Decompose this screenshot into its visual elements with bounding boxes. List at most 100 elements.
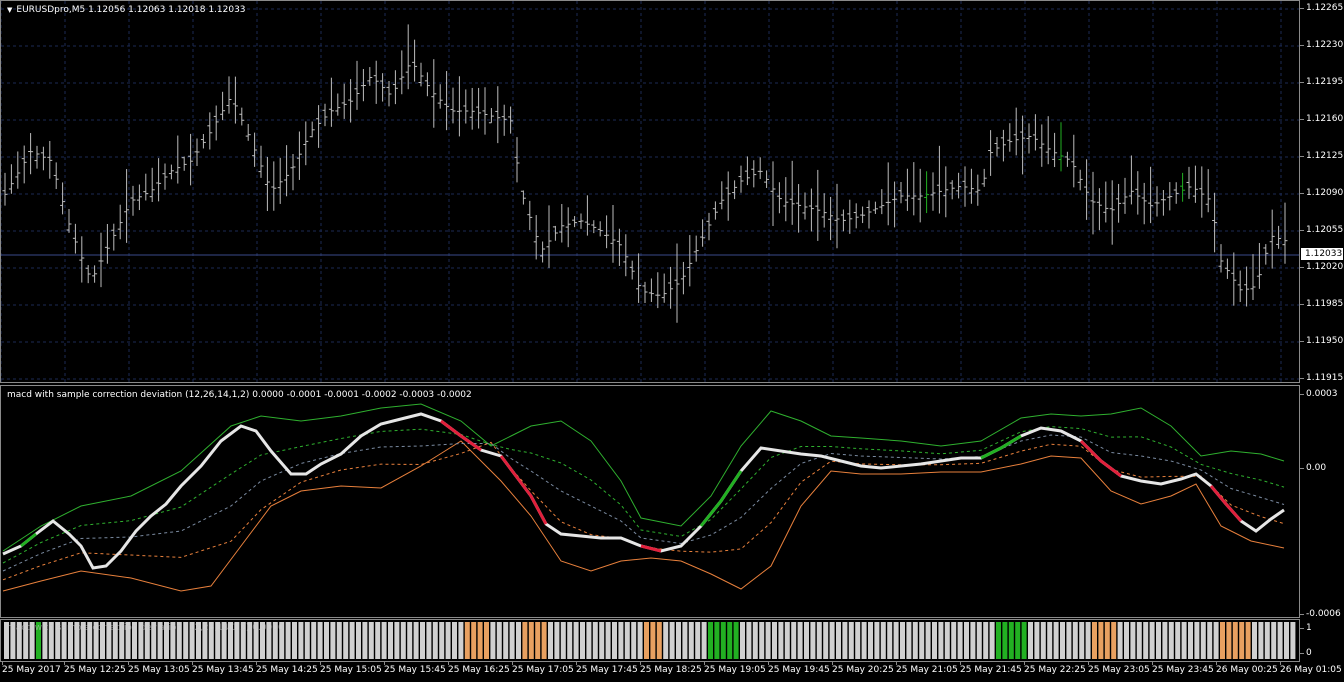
histogram-bar: [1111, 622, 1117, 659]
price-bar: [629, 260, 635, 280]
price-tick-label: 1.12230: [1299, 40, 1344, 50]
price-bar: [911, 162, 917, 216]
price-bar: [316, 105, 322, 148]
histogram-bar: [1008, 622, 1014, 659]
macd-histogram-pane[interactable]: macd with sample correction deviation (1…: [0, 619, 1300, 662]
histogram-bar: [560, 622, 566, 659]
macd-histogram-axis: 10: [1300, 619, 1344, 662]
time-label: 25 May 21:45: [960, 662, 1022, 675]
price-bar: [1122, 177, 1128, 214]
histogram-bar: [388, 622, 393, 659]
price-bar: [968, 168, 974, 204]
histogram-bar: [938, 622, 944, 659]
histogram-bar: [1290, 622, 1296, 659]
collapse-arrow-icon[interactable]: ▼: [7, 6, 12, 14]
price-bar: [738, 165, 744, 193]
time-axis[interactable]: 25 May 2017 25 May 12:25 25 May 13:05 25 Ma…: [0, 662, 1344, 682]
histogram-bar: [676, 622, 681, 659]
price-bar: [175, 135, 181, 184]
price-bar: [444, 71, 450, 131]
histogram-bar: [765, 622, 771, 659]
price-bar: [981, 168, 987, 187]
histogram-bar: [791, 622, 797, 659]
macd-indicator-pane[interactable]: macd with sample correction deviation (1…: [0, 385, 1300, 618]
histogram-bar: [618, 622, 624, 659]
histogram-bar: [733, 622, 739, 659]
price-bar: [687, 235, 693, 287]
price-bar: [488, 108, 494, 124]
macd-indicator-canvas[interactable]: [1, 386, 1299, 617]
price-bar: [898, 181, 904, 204]
histogram-bar: [1264, 622, 1270, 659]
histogram-bar: [1053, 622, 1059, 659]
histogram-bar: [503, 622, 509, 659]
price-bar: [936, 145, 942, 214]
histogram-bar: [522, 622, 528, 659]
price-bar: [392, 70, 398, 105]
price-bar: [789, 160, 795, 225]
price-bar: [719, 181, 725, 210]
histogram-bar: [772, 622, 777, 659]
histogram-bar: [746, 622, 752, 659]
histogram-bar: [1130, 622, 1136, 659]
macd-tick-label: 0.00: [1299, 463, 1327, 473]
price-bar: [66, 209, 72, 233]
histogram-bar: [496, 622, 502, 659]
price-bar: [53, 162, 59, 190]
histogram-bar: [349, 622, 355, 659]
price-bar: [341, 83, 347, 119]
histogram-bar: [1188, 622, 1193, 659]
histogram-bar: [311, 622, 317, 659]
price-bar: [380, 73, 386, 102]
price-bar: [220, 91, 226, 121]
price-tick-label: 1.11950: [1299, 336, 1344, 346]
histogram-bar: [375, 622, 381, 659]
price-chart-pane[interactable]: ▼ EURUSDpro,M5 1.12056 1.12063 1.12018 1.…: [0, 0, 1300, 383]
price-bar: [533, 215, 539, 260]
price-bar: [1250, 254, 1256, 301]
histogram-tick-label: 0: [1300, 648, 1312, 658]
price-bar: [1212, 192, 1218, 253]
histogram-bar: [464, 622, 470, 659]
histogram-bar: [471, 622, 477, 659]
histogram-bar: [612, 622, 617, 659]
histogram-bar: [586, 622, 592, 659]
price-bar: [706, 212, 712, 241]
price-bar: [1205, 169, 1211, 213]
histogram-bar: [1124, 622, 1129, 659]
price-bar: [840, 209, 846, 232]
histogram-bar: [1060, 622, 1065, 659]
histogram-bar: [413, 622, 419, 659]
price-bar: [693, 235, 699, 262]
price-chart-canvas[interactable]: [1, 1, 1299, 382]
price-bar: [802, 192, 808, 220]
histogram-bar: [740, 622, 745, 659]
histogram-bar: [720, 622, 726, 659]
histogram-bar: [1156, 622, 1161, 659]
price-bar: [616, 228, 622, 266]
histogram-bar: [624, 622, 630, 659]
histogram-tick-label: 1: [1300, 623, 1312, 633]
price-tick-label: 1.12160: [1299, 114, 1344, 124]
price-bar: [1071, 134, 1077, 188]
histogram-bar: [592, 622, 598, 659]
histogram-bar: [983, 622, 989, 659]
price-bar: [117, 204, 123, 240]
histogram-bar: [432, 622, 438, 659]
price-bar: [917, 168, 923, 223]
macd-main-line: [2, 412, 1285, 570]
histogram-bar: [381, 622, 387, 659]
histogram-bar: [1175, 622, 1181, 659]
price-bar: [399, 50, 405, 95]
histogram-bar: [292, 622, 297, 659]
price-bar: [258, 145, 264, 178]
histogram-bar: [394, 622, 400, 659]
price-bar: [162, 163, 168, 190]
histogram-bar: [1239, 622, 1245, 659]
price-tick-label: 1.11985: [1299, 299, 1344, 309]
price-axis[interactable]: 1.12265 1.12230 1.12195 1.12160 1.12125 1.120…: [1299, 0, 1344, 383]
price-bar: [213, 105, 219, 141]
histogram-bar: [458, 622, 464, 659]
histogram-bar: [324, 622, 329, 659]
price-bar: [764, 170, 770, 189]
